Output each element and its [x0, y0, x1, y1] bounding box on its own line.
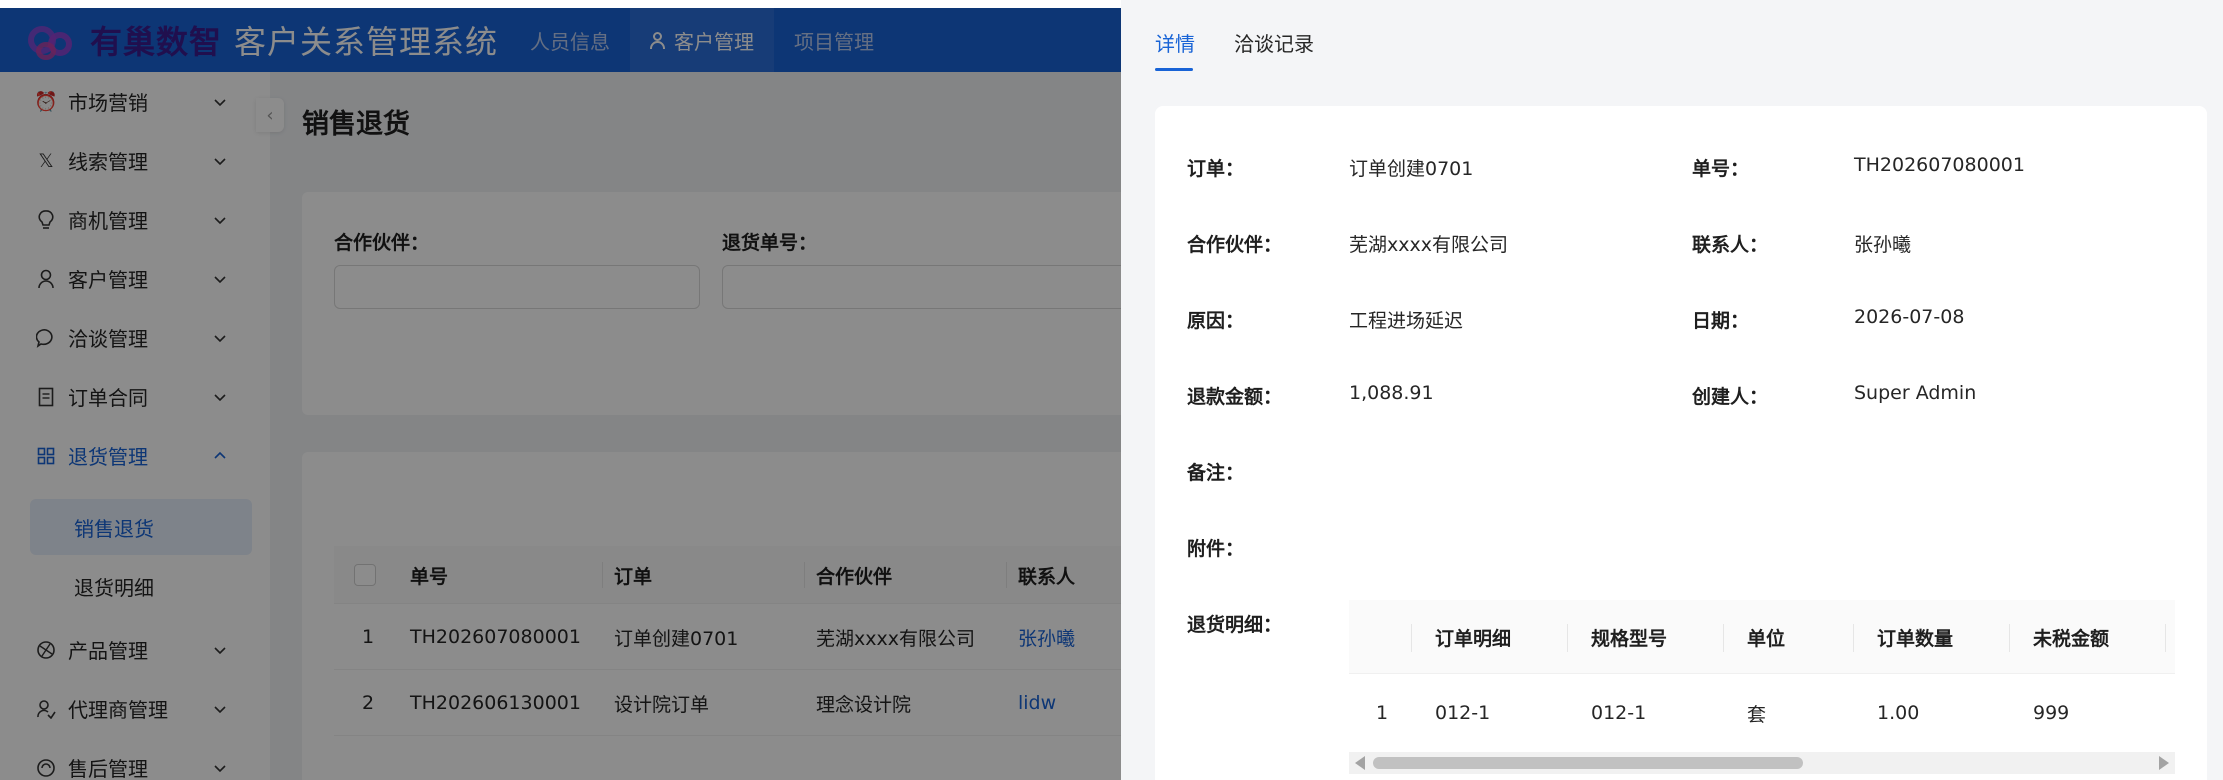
horizontal-scrollbar[interactable]	[1349, 752, 2175, 774]
column-header-unit: 单位	[1747, 627, 1786, 650]
no-label: 单号：	[1692, 158, 1750, 180]
date-value: 2026-07-08	[1854, 306, 1965, 328]
return-detail-label: 退货明细：	[1187, 614, 1283, 636]
refund-amount-value: 1,088.91	[1349, 382, 1434, 404]
scroll-left-arrow-icon[interactable]	[1355, 756, 1365, 770]
detail-table-header: 订单明细 规格型号 单位 订单数量 未税金额	[1349, 600, 2175, 674]
return-detail-table: 订单明细 规格型号 单位 订单数量 未税金额 1 012-1 012-1 套 1…	[1349, 600, 2175, 780]
scroll-right-arrow-icon[interactable]	[2159, 756, 2169, 770]
row-untaxed-amount: 999	[2033, 702, 2070, 724]
row-index: 1	[1376, 702, 1389, 724]
attachment-label: 附件：	[1187, 538, 1245, 560]
row-spec: 012-1	[1591, 702, 1647, 724]
tab-detail[interactable]: 详情	[1155, 28, 1195, 57]
date-label: 日期：	[1692, 310, 1750, 332]
drawer-mask[interactable]	[0, 8, 1121, 780]
row-unit: 套	[1747, 703, 1767, 726]
reason-value: 工程进场延迟	[1349, 310, 1464, 332]
contact-label: 联系人：	[1692, 234, 1769, 256]
active-tab-indicator	[1155, 68, 1193, 71]
row-qty: 1.00	[1877, 702, 1920, 724]
column-header-order-item: 订单明细	[1435, 627, 1512, 650]
remark-label: 备注：	[1187, 462, 1245, 484]
column-header-spec: 规格型号	[1591, 627, 1668, 650]
tab-negotiation-records[interactable]: 洽谈记录	[1234, 28, 1314, 57]
scrollbar-thumb[interactable]	[1373, 757, 1803, 769]
partner-value: 芜湖xxxx有限公司	[1349, 234, 1508, 256]
no-value: TH202607080001	[1854, 154, 2025, 176]
partner-label: 合作伙伴：	[1187, 234, 1283, 256]
column-header-qty: 订单数量	[1877, 627, 1954, 650]
reason-label: 原因：	[1187, 310, 1245, 332]
creator-value: Super Admin	[1854, 382, 1977, 404]
detail-drawer: 详情 洽谈记录 订单： 订单创建0701 单号： TH202607080001 …	[1121, 0, 2223, 780]
refund-amount-label: 退款金额：	[1187, 386, 1283, 408]
row-order-item: 012-1	[1435, 702, 1491, 724]
order-label: 订单：	[1187, 158, 1245, 180]
column-header-untaxed-amount: 未税金额	[2033, 627, 2110, 650]
creator-label: 创建人：	[1692, 386, 1769, 408]
contact-value: 张孙曦	[1854, 234, 1912, 256]
table-row: 1 012-1 012-1 套 1.00 999	[1349, 674, 2175, 752]
order-value: 订单创建0701	[1349, 158, 1474, 180]
detail-card: 订单： 订单创建0701 单号： TH202607080001 合作伙伴： 芜湖…	[1155, 106, 2207, 780]
